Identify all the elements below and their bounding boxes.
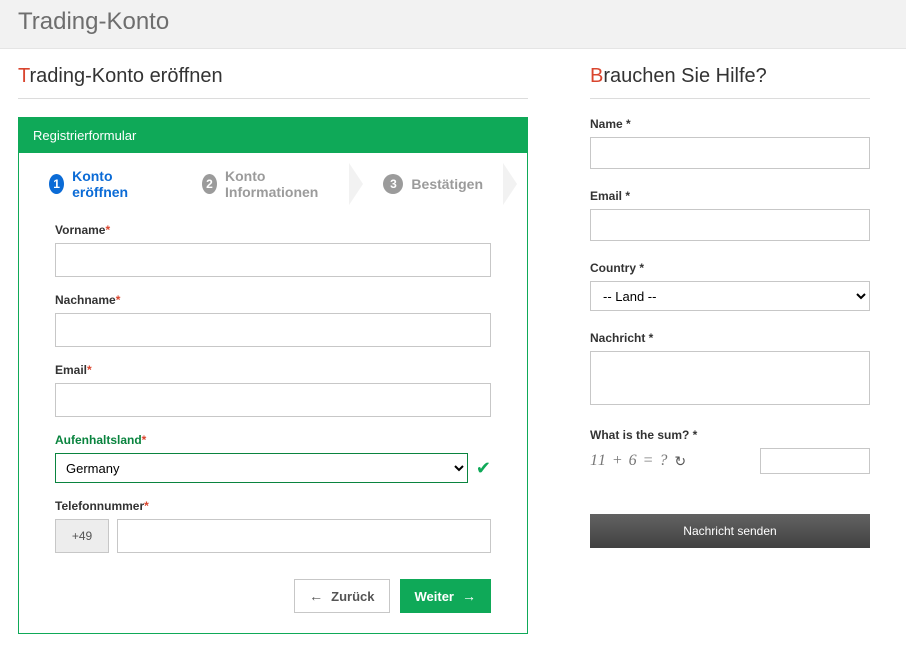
firstname-label: Vorname* [55, 223, 491, 237]
step-number: 3 [383, 174, 403, 194]
section-title-help: Brauchen Sie Hilfe? [590, 65, 870, 99]
step-label: Konto Informationen [225, 168, 329, 200]
step-number: 2 [202, 174, 217, 194]
email-label: Email* [55, 363, 491, 377]
step-confirm[interactable]: 3 Bestätigen [363, 163, 503, 205]
help-message-input[interactable] [590, 351, 870, 405]
help-captcha-label: What is the sum? * [590, 428, 870, 442]
section-title-open-account: Trading-Konto eröffnen [18, 65, 528, 99]
help-email-label: Email * [590, 189, 870, 203]
content-container: Trading-Konto eröffnen Registrierformula… [0, 49, 906, 650]
help-country-select[interactable]: -- Land -- [590, 281, 870, 311]
step-chevron-icon [168, 163, 182, 205]
step-open-account[interactable]: 1 Konto eröffnen [29, 163, 168, 205]
step-chevron-icon [503, 163, 517, 205]
step-label: Konto eröffnen [72, 168, 148, 200]
header-bar: Trading-Konto [0, 0, 906, 49]
arrow-left-icon: ← [309, 588, 323, 604]
email-input[interactable] [55, 383, 491, 417]
lastname-input[interactable] [55, 313, 491, 347]
next-button[interactable]: Weiter → [400, 579, 492, 613]
help-captcha-input[interactable] [760, 448, 870, 474]
help-email-input[interactable] [590, 209, 870, 241]
refresh-icon[interactable]: ↻ [674, 453, 686, 470]
country-label: Aufenhaltsland* [55, 433, 491, 447]
check-icon: ✔ [476, 458, 491, 479]
panel-header: Registrierformular [19, 118, 527, 153]
registration-panel: Registrierformular 1 Konto eröffnen 2 Ko… [18, 117, 528, 634]
registration-form: Vorname* Nachname* Email* Aufenhaltsland… [19, 205, 527, 633]
phone-input[interactable] [117, 519, 491, 553]
help-country-label: Country * [590, 261, 870, 275]
country-select[interactable]: Germany [55, 453, 468, 483]
help-column: Brauchen Sie Hilfe? Name * Email * Count… [590, 65, 870, 634]
dial-code: +49 [55, 519, 109, 553]
step-chevron-icon [349, 163, 363, 205]
help-name-input[interactable] [590, 137, 870, 169]
left-column: Trading-Konto eröffnen Registrierformula… [18, 65, 528, 634]
step-number: 1 [49, 174, 64, 194]
lastname-label: Nachname* [55, 293, 491, 307]
stepper: 1 Konto eröffnen 2 Konto Informationen 3… [29, 163, 517, 205]
arrow-right-icon: → [462, 588, 476, 604]
back-button[interactable]: ← Zurück [294, 579, 389, 613]
send-message-button[interactable]: Nachricht senden [590, 514, 870, 548]
help-name-label: Name * [590, 117, 870, 131]
page-header-title: Trading-Konto [18, 8, 888, 36]
help-message-label: Nachricht * [590, 331, 870, 345]
step-label: Bestätigen [411, 176, 483, 192]
step-account-info[interactable]: 2 Konto Informationen [182, 163, 350, 205]
firstname-input[interactable] [55, 243, 491, 277]
phone-label: Telefonnummer* [55, 499, 491, 513]
captcha-image: 11 + 6 = ? [590, 452, 668, 470]
